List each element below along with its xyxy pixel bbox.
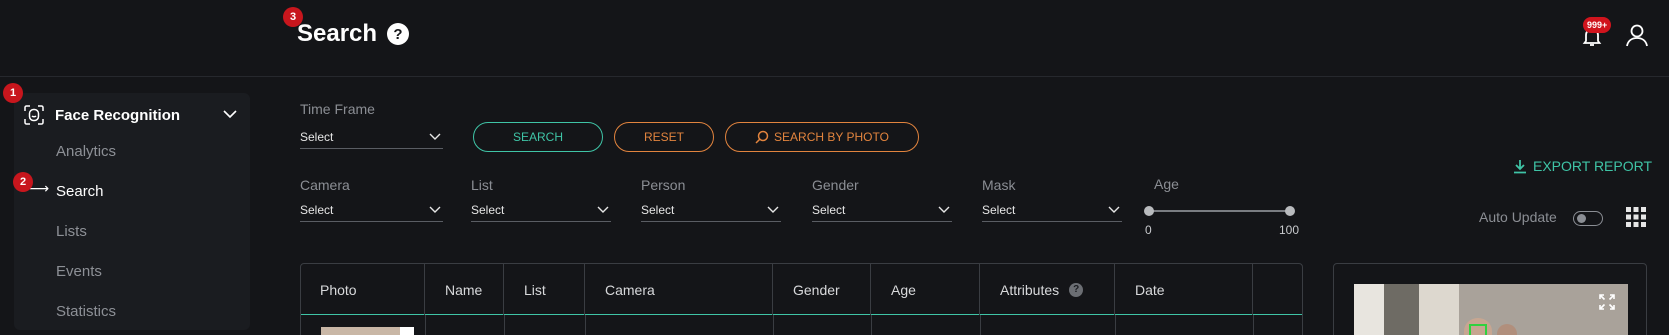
face-thumbnail[interactable] bbox=[321, 327, 414, 335]
cell-divider bbox=[504, 315, 505, 335]
column-header-camera[interactable]: Camera bbox=[585, 264, 773, 315]
age-min-handle[interactable] bbox=[1144, 206, 1154, 216]
sidebar: Face Recognition Analytics ⟶ Search List… bbox=[14, 93, 250, 330]
cell-divider bbox=[773, 315, 774, 335]
export-report-button[interactable]: EXPORT REPORT bbox=[1513, 158, 1652, 174]
cell-divider bbox=[1115, 315, 1116, 335]
list-value: Select bbox=[471, 202, 505, 217]
gender-label: Gender bbox=[812, 177, 859, 193]
column-header-gender[interactable]: Gender bbox=[773, 264, 871, 315]
age-max-handle[interactable] bbox=[1285, 206, 1295, 216]
time-frame-value: Select bbox=[300, 129, 334, 144]
age-min-value: 0 bbox=[1145, 223, 1152, 237]
column-header-age[interactable]: Age bbox=[871, 264, 980, 315]
page: 3 Search ? 999+ Face Recognition Analyti… bbox=[0, 0, 1669, 335]
search-by-photo-button[interactable]: SEARCH BY PHOTO bbox=[725, 122, 919, 152]
notification-count-badge: 999+ bbox=[1583, 17, 1612, 33]
time-frame-select[interactable]: Select bbox=[300, 125, 443, 149]
sidebar-item-analytics[interactable]: Analytics bbox=[56, 143, 116, 160]
page-title: Search bbox=[297, 20, 378, 47]
person-label: Person bbox=[641, 177, 686, 193]
column-header-name[interactable]: Name bbox=[425, 264, 504, 315]
gender-value: Select bbox=[812, 202, 846, 217]
time-frame-label: Time Frame bbox=[300, 101, 375, 117]
chevron-down-icon[interactable] bbox=[223, 109, 237, 119]
chevron-down-icon bbox=[767, 206, 779, 213]
column-header-actions bbox=[1253, 264, 1302, 315]
sidebar-item-lists[interactable]: Lists bbox=[56, 223, 87, 240]
auto-update-toggle[interactable] bbox=[1573, 211, 1603, 226]
cell-divider bbox=[871, 315, 872, 335]
mask-value: Select bbox=[982, 202, 1016, 217]
chevron-down-icon bbox=[597, 206, 609, 213]
image-region bbox=[1384, 284, 1419, 335]
face-detection-box bbox=[1469, 324, 1487, 335]
sidebar-item-events[interactable]: Events bbox=[56, 263, 102, 280]
cell-divider bbox=[425, 315, 426, 335]
cell-divider bbox=[585, 315, 586, 335]
camera-label: Camera bbox=[300, 177, 350, 193]
camera-select[interactable]: Select bbox=[300, 198, 443, 222]
column-header-list[interactable]: List bbox=[504, 264, 585, 315]
list-select[interactable]: Select bbox=[471, 198, 611, 222]
column-header-attributes[interactable]: Attributes ? bbox=[980, 264, 1115, 315]
gender-select[interactable]: Select bbox=[812, 198, 952, 222]
sidebar-item-statistics[interactable]: Statistics bbox=[56, 303, 116, 320]
step-badge-3: 3 bbox=[283, 7, 303, 27]
column-header-photo[interactable]: Photo bbox=[301, 264, 425, 315]
search-icon bbox=[755, 130, 769, 144]
person-select[interactable]: Select bbox=[641, 198, 781, 222]
step-badge-1: 1 bbox=[3, 83, 23, 103]
auto-update-label: Auto Update bbox=[1479, 209, 1557, 225]
list-label: List bbox=[471, 177, 493, 193]
age-label: Age bbox=[1154, 176, 1179, 192]
chevron-down-icon bbox=[1108, 206, 1120, 213]
help-icon[interactable]: ? bbox=[387, 23, 409, 45]
results-table: Photo Name List Camera Gender Age Attrib… bbox=[300, 263, 1303, 335]
search-button[interactable]: SEARCH bbox=[473, 122, 603, 152]
fullscreen-icon[interactable] bbox=[1599, 294, 1615, 310]
search-by-photo-label: SEARCH BY PHOTO bbox=[774, 130, 889, 144]
chevron-down-icon bbox=[429, 206, 441, 213]
camera-snapshot-image[interactable] bbox=[1354, 284, 1628, 335]
image-region bbox=[1354, 284, 1384, 335]
sidebar-section-label: Face Recognition bbox=[55, 106, 181, 124]
mask-select[interactable]: Select bbox=[982, 198, 1122, 222]
step-badge-2: 2 bbox=[13, 172, 33, 192]
grid-view-icon[interactable] bbox=[1626, 207, 1646, 227]
chevron-down-icon bbox=[938, 206, 950, 213]
face-scan-icon bbox=[24, 105, 44, 125]
sidebar-item-search[interactable]: Search bbox=[56, 183, 104, 200]
chevron-down-icon bbox=[429, 133, 441, 140]
top-bar: 3 Search ? 999+ bbox=[0, 0, 1669, 77]
column-header-date[interactable]: Date bbox=[1115, 264, 1253, 315]
camera-value: Select bbox=[300, 202, 334, 217]
cell-divider bbox=[1253, 315, 1254, 335]
user-icon[interactable] bbox=[1624, 22, 1650, 48]
export-report-label: EXPORT REPORT bbox=[1533, 158, 1653, 174]
sidebar-section-face-recognition[interactable]: Face Recognition bbox=[19, 101, 245, 129]
help-icon[interactable]: ? bbox=[1069, 282, 1084, 297]
image-region bbox=[1497, 324, 1517, 335]
toggle-knob bbox=[1577, 214, 1586, 223]
attributes-header-label: Attributes bbox=[1000, 281, 1060, 298]
thumbnail-border bbox=[400, 327, 414, 335]
image-region bbox=[1419, 284, 1459, 335]
table-header: Photo Name List Camera Gender Age Attrib… bbox=[301, 264, 1302, 315]
reset-button[interactable]: RESET bbox=[614, 122, 714, 152]
download-icon bbox=[1514, 159, 1526, 173]
cell-divider bbox=[980, 315, 981, 335]
person-value: Select bbox=[641, 202, 675, 217]
age-max-value: 100 bbox=[1279, 223, 1300, 237]
mask-label: Mask bbox=[982, 177, 1016, 193]
age-range-slider[interactable] bbox=[1149, 210, 1290, 212]
